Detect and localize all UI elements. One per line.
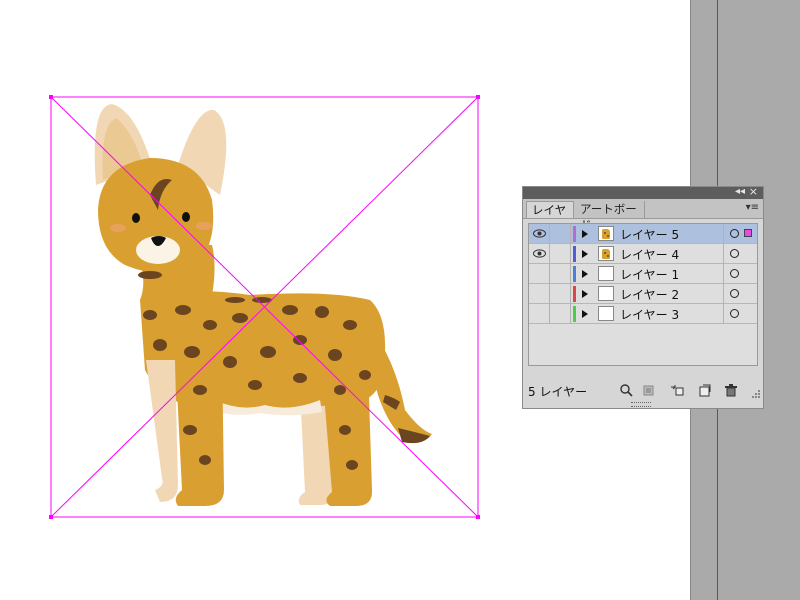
selection-indicator-icon[interactable]: [744, 229, 752, 237]
layer-count: 5 レイヤー: [528, 385, 588, 399]
lock-toggle[interactable]: [550, 284, 571, 304]
layer-thumbnail: [598, 266, 614, 281]
lock-toggle[interactable]: [550, 304, 571, 324]
eye-icon: [533, 249, 546, 258]
tab-layers[interactable]: レイヤー: [526, 201, 574, 233]
expand-triangle-icon[interactable]: [582, 290, 588, 298]
new-layer-icon[interactable]: [698, 384, 712, 397]
target-circle-icon[interactable]: [730, 229, 739, 238]
lock-toggle[interactable]: [550, 224, 571, 244]
layer-name[interactable]: レイヤー 3: [620, 306, 679, 323]
serval-illustration[interactable]: [94, 104, 432, 506]
target-circle-icon[interactable]: [730, 289, 739, 298]
layer-row[interactable]: レイヤー 2: [529, 284, 757, 304]
panel-menu-icon[interactable]: ▾≡: [746, 202, 759, 213]
layer-list[interactable]: レイヤー 5 レイヤー 4 レイヤー 1 レイヤー 2 レイヤー 3: [528, 223, 758, 366]
target-circle-icon[interactable]: [730, 309, 739, 318]
visibility-toggle[interactable]: [529, 244, 550, 264]
layer-color-bar: [573, 286, 576, 302]
resize-grip-icon[interactable]: [751, 389, 761, 399]
layer-thumbnail: [598, 246, 614, 261]
visibility-toggle[interactable]: [529, 304, 550, 324]
layer-color-bar: [573, 306, 576, 322]
layer-name[interactable]: レイヤー 4: [620, 246, 679, 263]
panel-titlebar[interactable]: ◂◂ ×: [523, 185, 763, 199]
layer-color-bar: [573, 246, 576, 262]
locate-object-icon[interactable]: [619, 384, 633, 397]
eye-icon: [533, 229, 546, 238]
target-cell: [723, 244, 757, 264]
target-cell: [723, 304, 757, 324]
expand-triangle-icon[interactable]: [582, 250, 588, 258]
layer-color-bar: [573, 266, 576, 282]
delete-icon[interactable]: [724, 384, 738, 397]
panel-footer: 5 レイヤー: [523, 383, 763, 401]
layer-color-bar: [573, 226, 576, 242]
layer-row[interactable]: レイヤー 5: [529, 224, 757, 244]
layer-name[interactable]: レイヤー 5: [620, 226, 679, 243]
layers-panel[interactable]: ◂◂ × レイヤー アートボード ▾≡ レイヤー 5: [522, 185, 764, 409]
make-clipping-mask-icon[interactable]: [642, 384, 656, 397]
visibility-toggle[interactable]: [529, 284, 550, 304]
target-circle-icon[interactable]: [730, 249, 739, 258]
target-cell: [723, 224, 757, 244]
collapse-icon[interactable]: ◂◂: [735, 185, 745, 199]
lock-toggle[interactable]: [550, 264, 571, 284]
tab-artboards[interactable]: アートボード: [575, 201, 645, 232]
panel-drag-grip[interactable]: [631, 402, 651, 407]
tab-strip: レイヤー アートボード ▾≡: [523, 199, 763, 233]
layer-name[interactable]: レイヤー 2: [620, 286, 679, 303]
layer-thumbnail: [598, 306, 614, 321]
layer-row[interactable]: レイヤー 4: [529, 244, 757, 264]
layer-thumbnail: [598, 226, 614, 241]
lock-toggle[interactable]: [550, 244, 571, 264]
layer-row[interactable]: レイヤー 1: [529, 264, 757, 284]
layer-thumbnail: [598, 286, 614, 301]
layer-name[interactable]: レイヤー 1: [620, 266, 679, 283]
expand-triangle-icon[interactable]: [582, 270, 588, 278]
target-circle-icon[interactable]: [730, 269, 739, 278]
visibility-toggle[interactable]: [529, 264, 550, 284]
layer-row[interactable]: レイヤー 3: [529, 304, 757, 324]
expand-triangle-icon[interactable]: [582, 310, 588, 318]
create-sublayer-icon[interactable]: [670, 384, 684, 397]
selection-box[interactable]: [50, 96, 479, 518]
close-icon[interactable]: ×: [749, 185, 758, 199]
visibility-toggle[interactable]: [529, 224, 550, 244]
expand-triangle-icon[interactable]: [582, 230, 588, 238]
target-cell: [723, 284, 757, 304]
target-cell: [723, 264, 757, 284]
